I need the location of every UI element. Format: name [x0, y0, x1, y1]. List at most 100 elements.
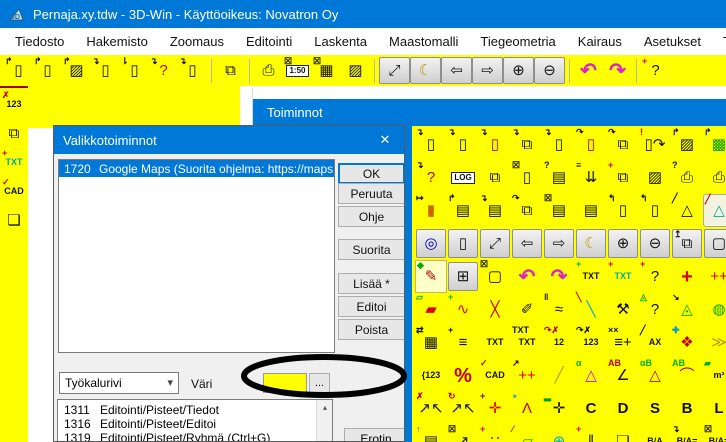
ratio-checkbox-icon[interactable]: B/A=☒: [703, 425, 726, 442]
split-file-icon[interactable]: ⇊≡: [575, 161, 607, 194]
add-rows-icon[interactable]: ≡+: [447, 326, 479, 359]
new-view-button[interactable]: ▯: [448, 229, 478, 258]
hatch-doc-icon[interactable]: ▨: [341, 57, 370, 84]
pencil-3d-icon[interactable]: ✐: [511, 293, 543, 326]
editoi-button[interactable]: Editoi: [338, 296, 405, 317]
open-file-icon[interactable]: ▯↱: [4, 57, 33, 84]
fit-view-button[interactable]: ⤢: [379, 57, 410, 84]
print-preview-icon[interactable]: ⎙?: [671, 161, 703, 194]
add-view-button[interactable]: ⊞: [448, 262, 478, 291]
close-icon[interactable]: ✕: [374, 131, 396, 149]
box-3d-icon[interactable]: ❏: [1, 207, 27, 234]
add-arrow-icon[interactable]: ++↗: [511, 359, 543, 392]
save-unknown-icon[interactable]: ?↴: [149, 57, 178, 84]
copy-docs-icon[interactable]: ⧉: [479, 161, 511, 194]
wrench-icon[interactable]: ⚒: [607, 293, 639, 326]
save-pages-icon[interactable]: ⧉↴: [511, 128, 543, 161]
delete-points-icon[interactable]: 123✗: [1, 91, 27, 118]
view-back-button[interactable]: ⇦: [512, 229, 542, 258]
curve-ab-icon[interactable]: ⌒AB: [671, 359, 703, 392]
copy-pages-icon[interactable]: ⧉: [216, 57, 245, 84]
undo-icon[interactable]: ↶: [574, 57, 603, 84]
letter-s-icon[interactable]: S: [639, 392, 671, 425]
ratio-pad-icon[interactable]: B/A: [639, 425, 671, 442]
ohje-button[interactable]: Ohje: [338, 206, 405, 227]
save-unknown-icon[interactable]: ?↴: [415, 161, 447, 194]
save-file-2-icon[interactable]: ▯↴: [543, 128, 575, 161]
export-pattern-icon[interactable]: ▨↱: [671, 128, 703, 161]
list-item[interactable]: 1316Editointi/Pisteet/Editoi: [58, 417, 332, 431]
object-arrow-icon[interactable]: ◬↘: [671, 293, 703, 326]
zigzag-lines-icon[interactable]: ≈‖: [543, 293, 575, 326]
vector-arc-icon[interactable]: ↗↖↻: [447, 392, 479, 425]
ruler-icon[interactable]: ╱: [543, 359, 575, 392]
notepad-question-icon[interactable]: ▤?: [543, 161, 575, 194]
select-view-button[interactable]: ◎: [416, 229, 446, 258]
letter-d-icon[interactable]: D: [607, 392, 639, 425]
pan-view-button[interactable]: ☾: [576, 229, 606, 258]
import-link-icon[interactable]: ▯↰: [607, 194, 639, 227]
zoom-out-button[interactable]: ⊖: [534, 57, 565, 84]
cad-check-icon[interactable]: CAD✓: [1, 178, 27, 205]
open-pattern-icon[interactable]: ▨↱: [62, 57, 91, 84]
triangle-ab-icon[interactable]: △αB: [639, 359, 671, 392]
add-unknown-icon[interactable]: ?+: [639, 260, 671, 293]
compass-icon[interactable]: ⊕: [543, 425, 575, 442]
menu-tiedosto[interactable]: Tiedosto: [4, 29, 75, 54]
add-points-icon[interactable]: ++: [703, 260, 726, 293]
blank-view-button[interactable]: ▢: [704, 229, 726, 258]
draw-style-icon[interactable]: ✎◆: [415, 260, 447, 293]
view-forward-button[interactable]: ⇨: [544, 229, 574, 258]
peruuta-button[interactable]: Peruuta: [338, 183, 405, 204]
ok-button[interactable]: OK: [338, 163, 405, 184]
percent-icon[interactable]: %: [447, 359, 479, 392]
add-point-icon[interactable]: +: [671, 260, 703, 293]
print-icon[interactable]: ⎙: [254, 57, 283, 84]
pan-view-button[interactable]: ☾: [410, 57, 441, 84]
redo-icon[interactable]: ↷: [543, 260, 575, 293]
polygon-shapes-icon[interactable]: ▰▱: [415, 293, 447, 326]
view-back-button[interactable]: ⇦: [441, 57, 472, 84]
list-item[interactable]: 1319Editointi/Pisteet/Ryhmä (Ctrl+G): [58, 431, 332, 442]
menu-functions-list[interactable]: 1720 Google Maps (Suorita ohjelma: https…: [58, 159, 335, 353]
renumber-123-icon[interactable]: 123↷✗: [575, 326, 607, 359]
menu-laskenta[interactable]: Laskenta: [303, 29, 378, 54]
zoom-in-button[interactable]: ⊕: [608, 229, 638, 258]
save-text-icon[interactable]: ▤↴: [479, 194, 511, 227]
area-m2-icon[interactable]: m²▰: [703, 359, 726, 392]
checkbox-text-icon[interactable]: ▤☒: [543, 194, 575, 227]
pole-icon[interactable]: ✛▂: [543, 392, 575, 425]
export-green-icon[interactable]: ▩↱: [703, 128, 726, 161]
erotin-button[interactable]: Erotin: [344, 428, 405, 442]
toiminnot-title-bar[interactable]: Toiminnot: [253, 99, 726, 126]
help-add-icon[interactable]: ?+: [641, 57, 670, 84]
scale-1-50-icon[interactable]: 1:50☒: [283, 57, 312, 84]
dialog-title-bar[interactable]: Valikkotoiminnot ✕: [54, 126, 404, 154]
page-setup-icon[interactable]: ▦☒: [312, 57, 341, 84]
cross-lines-icon[interactable]: ╳: [479, 293, 511, 326]
add-line-icon[interactable]: ∿+: [447, 293, 479, 326]
add-text-icon[interactable]: TXT+: [575, 260, 607, 293]
suorita-button[interactable]: Suorita: [338, 239, 405, 260]
cyan-line-icon[interactable]: ╲╲: [575, 293, 607, 326]
lines-triangle-icon[interactable]: △╱: [671, 194, 703, 227]
pages-view-button[interactable]: ⧉↥: [672, 229, 702, 258]
copy-pages-icon[interactable]: ⧉: [1, 120, 27, 147]
zoom-in-button[interactable]: ⊕: [503, 57, 534, 84]
letter-l-icon[interactable]: L: [703, 392, 726, 425]
poista-button[interactable]: Poista: [338, 319, 405, 340]
log-file-icon[interactable]: LOG: [447, 161, 479, 194]
add-copies-icon[interactable]: ⧉+: [607, 161, 639, 194]
export-docs-icon[interactable]: ⧉↷: [511, 194, 543, 227]
menu-tiegeometria[interactable]: Tiegeometria: [469, 29, 566, 54]
renumber-12-icon[interactable]: 12↷✗: [543, 326, 575, 359]
list-item[interactable]: 1311Editointi/Pisteet/Tiedot: [58, 403, 332, 417]
angle-ab-icon[interactable]: ∠AB: [607, 359, 639, 392]
hatch-move-icon[interactable]: ≫: [703, 326, 726, 359]
letter-b-icon[interactable]: B: [671, 392, 703, 425]
cad-check-icon[interactable]: CAD✓: [479, 359, 511, 392]
export-files-icon[interactable]: ⧉↷: [607, 128, 639, 161]
save-file-2-icon[interactable]: ▯↴: [178, 57, 207, 84]
toolbar-select[interactable]: Työkalurivi ▾: [59, 372, 179, 394]
import-link-2-icon[interactable]: ▯↰: [639, 194, 671, 227]
